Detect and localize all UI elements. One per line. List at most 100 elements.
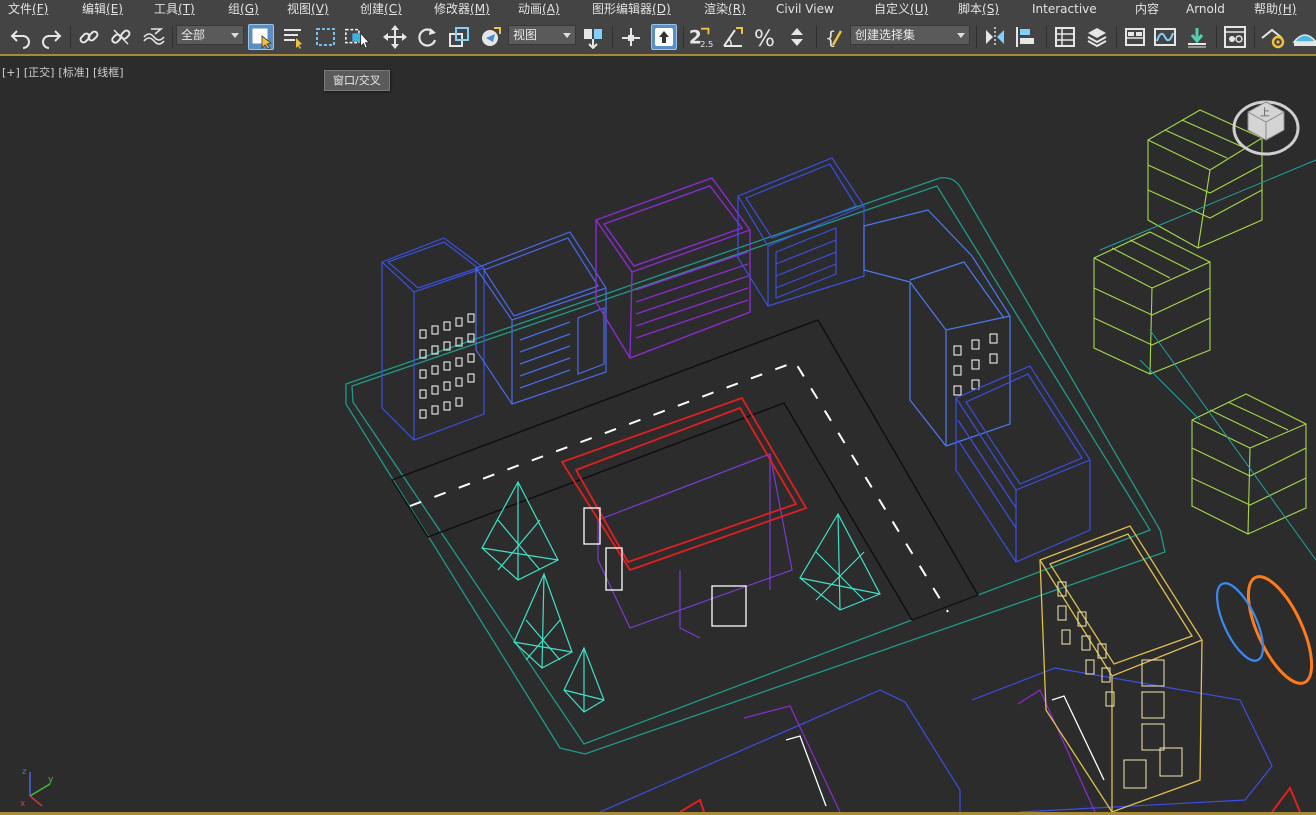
move-icon[interactable] [382,24,408,50]
menu-item-shortcut: (A) [542,2,560,16]
placement-icon[interactable] [478,24,504,50]
ribbon-icon[interactable] [1122,24,1148,50]
menu-item-0[interactable]: 文件(F) [8,0,48,18]
menu-item-shortcut: (U) [910,2,929,16]
menu-item-label: 组 [228,2,241,16]
menu-item-shortcut: (F) [32,2,49,16]
layer-explorer-icon[interactable] [1084,24,1110,50]
menu-item-10[interactable]: Civil View [776,0,834,18]
menu-item-5[interactable]: 创建(C) [360,0,402,18]
menu-item-label: 文件 [8,2,33,16]
viewport-label[interactable]: [+] [正交] [标准] [线框] [2,64,128,80]
link-icon[interactable] [76,24,102,50]
manipulate-icon[interactable] [618,24,644,50]
menu-item-11[interactable]: 自定义(U) [874,0,928,18]
window-crossing-icon[interactable] [344,24,370,50]
menu-item-label: 修改器 [434,2,471,16]
menu-item-12[interactable]: 脚本(S) [958,0,999,18]
menu-item-14[interactable]: 内容 [1135,0,1159,18]
viewport-shading-standard[interactable]: [标准] [58,66,89,79]
menu-item-label: Interactive [1032,2,1097,16]
select-object-icon[interactable] [248,24,274,50]
named-selection-set-dropdown[interactable]: 创建选择集 [850,25,970,45]
main-toolbar: 全部 视图 2 2.5 % {创建选择集 [0,18,1316,56]
menu-item-15[interactable]: Arnold [1186,0,1225,18]
scene-explorer-icon[interactable] [1052,24,1078,50]
viewport-view-type[interactable]: [正交] [24,66,55,79]
menu-item-label: 工具 [154,2,179,16]
axis-z-label: z [22,767,27,777]
select-by-name-icon[interactable] [280,24,306,50]
svg-text:2.5: 2.5 [700,39,713,49]
menu-item-shortcut: (T) [178,2,195,16]
viewport-menu-plus[interactable]: [+] [2,66,20,79]
axis-tripod: y z x [14,762,62,812]
unlink-icon[interactable] [108,24,134,50]
mirror-icon[interactable] [982,24,1008,50]
selection-filter-dropdown[interactable]: 全部 [176,25,244,45]
curve-editor-icon[interactable] [1152,24,1178,50]
menu-item-3[interactable]: 组(G) [228,0,259,18]
menu-item-8[interactable]: 图形编辑器(D) [592,0,671,18]
menu-item-label: 自定义 [874,2,911,16]
reference-coordinate-dropdown[interactable]: 视图 [508,25,576,45]
perspective-viewport[interactable]: [+] [正交] [标准] [线框] 窗口/交叉 上 y z x [0,56,1316,815]
menu-item-4[interactable]: 视图(V) [287,0,329,18]
axis-y-label: y [48,775,54,785]
edit-named-selection-icon[interactable]: { [822,24,848,50]
menu-item-shortcut: (V) [311,2,329,16]
viewcube-face-label: 上 [1260,107,1270,119]
menu-item-13[interactable]: Interactive [1032,0,1097,18]
menu-item-2[interactable]: 工具(T) [154,0,195,18]
selection-filter-value: 全部 [181,28,206,42]
undo-icon[interactable] [8,24,34,50]
menu-item-label: Civil View [776,2,834,16]
menu-item-label: 视图 [287,2,312,16]
snap-toggle-icon[interactable]: 2 2.5 [688,24,714,50]
menu-item-1[interactable]: 编辑(E) [82,0,123,18]
menu-item-shortcut: (C) [384,2,402,16]
menu-item-label: 渲染 [704,2,729,16]
menu-item-label: 帮助 [1254,2,1279,16]
svg-text:{: { [825,28,836,49]
render-icon[interactable] [1292,24,1316,50]
material-editor-icon[interactable] [1222,24,1248,50]
menu-item-shortcut: (M) [470,2,490,16]
spinner-snap-icon[interactable] [784,24,810,50]
keyboard-shortcut-override-icon[interactable] [651,24,677,50]
named-selection-set-value: 创建选择集 [855,28,916,42]
menu-item-16[interactable]: 帮助(H) [1254,0,1296,18]
align-icon[interactable] [1014,24,1040,50]
bind-space-warp-icon[interactable] [140,24,166,50]
viewcube[interactable]: 上 [1226,86,1306,156]
percent-snap-icon[interactable]: % [752,24,778,50]
redo-icon[interactable] [38,24,64,50]
menu-item-label: 动画 [518,2,543,16]
render-setup-icon[interactable] [1260,24,1286,50]
menu-item-6[interactable]: 修改器(M) [434,0,490,18]
rotate-icon[interactable] [414,24,440,50]
menu-item-shortcut: (D) [652,2,671,16]
use-pivot-icon[interactable] [580,24,606,50]
menu-item-7[interactable]: 动画(A) [518,0,560,18]
menu-item-label: 脚本 [958,2,983,16]
reference-coordinate-value: 视图 [513,28,538,42]
tooltip: 窗口/交叉 [324,70,390,91]
menu-item-label: 创建 [360,2,385,16]
schematic-view-icon[interactable] [1184,24,1210,50]
wireframe-scene[interactable] [0,56,1316,815]
viewport-display-mode[interactable]: [线框] [93,66,124,79]
svg-text:%: % [754,27,775,49]
menu-item-label: Arnold [1186,2,1225,16]
menu-item-9[interactable]: 渲染(R) [704,0,746,18]
menu-item-shortcut: (R) [728,2,746,16]
menu-item-label: 内容 [1135,2,1160,16]
axis-x-label: x [20,799,26,808]
menu-item-label: 编辑 [82,2,107,16]
menu-item-label: 图形编辑器 [592,2,653,16]
angle-snap-icon[interactable] [720,24,746,50]
scale-icon[interactable] [446,24,472,50]
rectangular-selection-icon[interactable] [312,24,338,50]
menu-item-shortcut: (G) [240,2,259,16]
menu-item-shortcut: (H) [1278,2,1297,16]
